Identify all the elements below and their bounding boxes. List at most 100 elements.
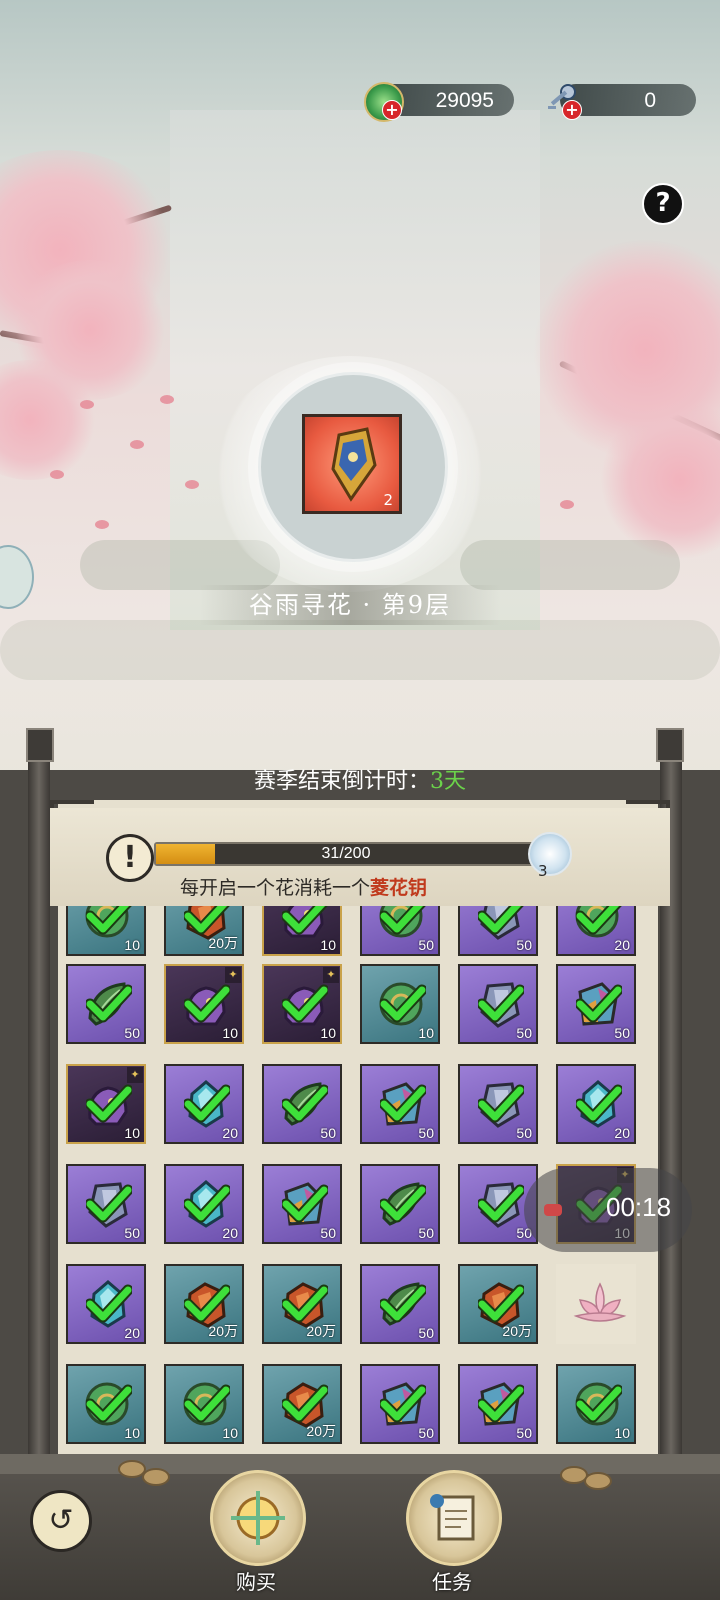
task-button[interactable] (406, 1470, 502, 1566)
check-icon (86, 1184, 132, 1223)
item-quantity: 20 (222, 1125, 238, 1141)
grid-cell[interactable]: ✦ 10 (66, 1064, 146, 1144)
grid-cell[interactable]: 50 (66, 964, 146, 1044)
buy-label: 购买 (236, 1570, 276, 1594)
grid-cell[interactable]: 50 (262, 1064, 342, 1144)
countdown-label: 赛季结束倒计时： (253, 769, 430, 794)
jade-currency-value: 29095 (435, 89, 494, 112)
grid-cell[interactable]: 10 (360, 964, 440, 1044)
grid-cell[interactable]: 20 (164, 1164, 244, 1244)
grid-cell[interactable]: 50 (360, 906, 440, 956)
grid-cell[interactable]: 20万 (262, 1364, 342, 1444)
shield-charm-icon (331, 427, 377, 502)
item-quantity: 10 (418, 1025, 434, 1041)
grid-cell[interactable]: 50 (360, 1064, 440, 1144)
check-icon (282, 1184, 328, 1223)
petal (160, 395, 174, 404)
rarity-star-icon: ✦ (323, 967, 339, 983)
check-icon (282, 984, 328, 1023)
grid-cell[interactable]: 50 (360, 1364, 440, 1444)
grid-cell[interactable]: 10 (66, 906, 146, 956)
item-quantity: 20 (222, 1225, 238, 1241)
pearl-orb-icon[interactable] (528, 832, 572, 876)
check-icon (86, 1384, 132, 1423)
grid-cell[interactable]: 50 (458, 1064, 538, 1144)
check-icon (478, 1084, 524, 1123)
check-icon (380, 1184, 426, 1223)
grid-cell[interactable]: 50 (262, 1164, 342, 1244)
reward-count: 2 (383, 491, 393, 509)
grid-cell[interactable]: 20 (164, 1064, 244, 1144)
item-quantity: 10 (614, 1425, 630, 1441)
bottom-ledge (0, 1454, 720, 1474)
tip-key-name: 菱花钥 (370, 877, 428, 899)
check-icon (380, 1384, 426, 1423)
check-icon (282, 1384, 328, 1423)
petal (185, 480, 199, 489)
task-label: 任务 (432, 1570, 472, 1594)
stage-title: 谷雨寻花 · 第9层 (200, 585, 500, 625)
item-quantity: 50 (418, 937, 434, 953)
grid-cell[interactable]: 20 (66, 1264, 146, 1344)
scroll-icon (430, 1494, 475, 1541)
grid-cell[interactable]: 50 (458, 906, 538, 956)
stage-reward-item[interactable]: 2 (302, 414, 402, 514)
recording-timer[interactable]: 00:18 (524, 1168, 692, 1252)
grid-cell[interactable]: 10 (556, 1364, 636, 1444)
back-button[interactable]: ↺ (30, 1490, 92, 1552)
cost-tip: 每开启一个花消耗一个菱花钥 (180, 873, 540, 900)
grid-cell[interactable]: 10 (164, 1364, 244, 1444)
grid-cell[interactable]: 20万 (164, 1264, 244, 1344)
season-countdown: 赛季结束倒计时：3天 (0, 760, 720, 804)
grid-cell[interactable] (556, 1264, 636, 1344)
grid-cell[interactable]: 20万 (458, 1264, 538, 1344)
grid-cell[interactable]: 50 (458, 1364, 538, 1444)
record-icon (544, 1204, 562, 1216)
check-icon (86, 984, 132, 1023)
grid-cell[interactable]: 10 (66, 1364, 146, 1444)
check-icon (184, 984, 230, 1023)
grid-cell[interactable]: 50 (360, 1164, 440, 1244)
progress-text: 31/200 (321, 845, 371, 862)
item-quantity: 10 (320, 937, 336, 953)
grid-cell[interactable]: 50 (556, 964, 636, 1044)
grid-cell[interactable]: 20万 (262, 1264, 342, 1344)
info-exclamation-button[interactable]: ! (106, 834, 154, 882)
check-icon (86, 906, 132, 935)
item-quantity: 50 (418, 1425, 434, 1441)
item-quantity: 50 (124, 1225, 140, 1241)
grid-cell[interactable]: 50 (66, 1164, 146, 1244)
item-quantity: 50 (516, 1025, 532, 1041)
grid-cell[interactable]: ✦10 (262, 906, 342, 956)
petal (560, 500, 574, 509)
check-icon (478, 1284, 524, 1323)
item-quantity: 10 (124, 1425, 140, 1441)
help-button[interactable]: ? (642, 183, 684, 225)
check-icon (282, 1084, 328, 1123)
item-quantity: 50 (516, 1125, 532, 1141)
bottom-bar (0, 1454, 720, 1600)
grid-cell[interactable]: 20万 (164, 906, 244, 956)
grid-cell[interactable]: ✦10 (262, 964, 342, 1044)
grid-cell[interactable]: 50 (458, 964, 538, 1044)
mist (0, 620, 720, 680)
add-jade-button[interactable]: + (382, 100, 402, 120)
item-quantity: 20万 (208, 1323, 238, 1339)
add-key-button[interactable]: + (562, 100, 582, 120)
grid-cell[interactable]: 20 (556, 1064, 636, 1144)
item-quantity: 10 (124, 1125, 140, 1141)
item-quantity: 20 (614, 937, 630, 953)
progress-bar: 31/200 (154, 842, 538, 866)
rarity-star-icon: ✦ (127, 1067, 143, 1083)
timer-value: 00:18 (606, 1192, 672, 1222)
post-cap (26, 728, 54, 762)
grid-cell[interactable]: 20 (556, 906, 636, 956)
grid-cell[interactable]: 50 (360, 1264, 440, 1344)
item-quantity: 50 (516, 937, 532, 953)
frame-post-left (28, 744, 50, 1484)
buy-button[interactable] (210, 1470, 306, 1566)
grid-cell[interactable]: ✦10 (164, 964, 244, 1044)
item-quantity: 10 (222, 1425, 238, 1441)
check-icon (184, 1084, 230, 1123)
gear-compass-icon (231, 1491, 285, 1545)
